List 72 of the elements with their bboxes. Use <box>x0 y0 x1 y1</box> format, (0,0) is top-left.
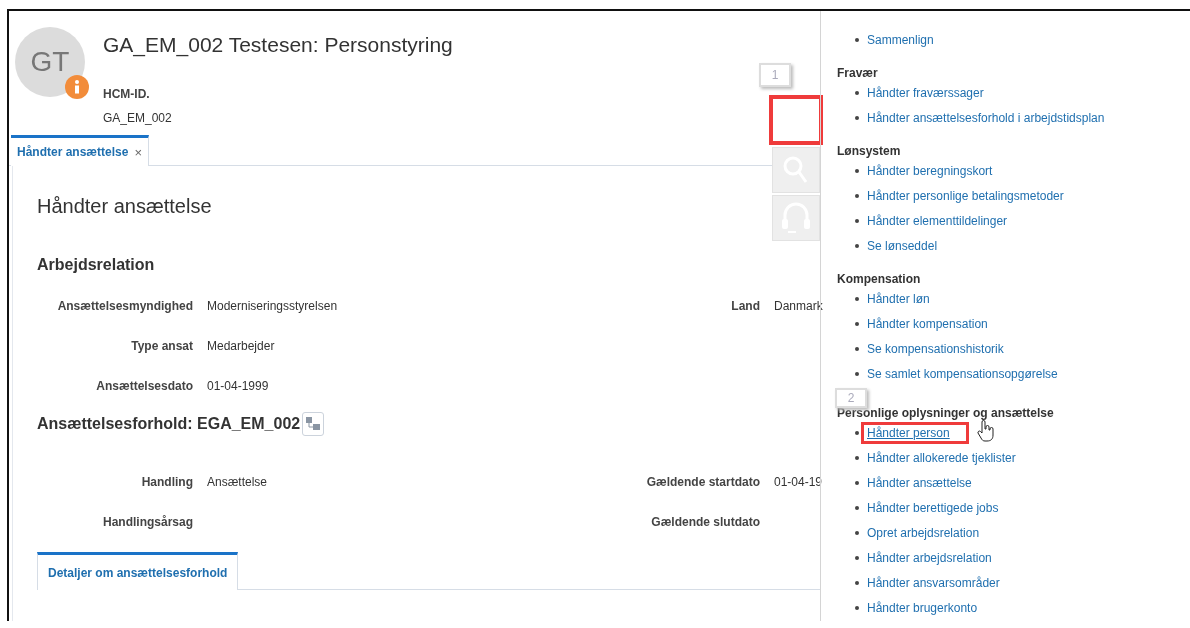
task-link[interactable]: Håndter elementtildelinger <box>867 213 1008 228</box>
field-value: 01-04-1999 <box>207 379 270 393</box>
task-link[interactable]: Håndter fraværssager <box>867 85 984 100</box>
task-link[interactable]: Håndter person <box>861 421 969 444</box>
callout-number: 2 <box>835 388 867 408</box>
hand-cursor-icon <box>977 420 995 442</box>
hierarchy-button[interactable] <box>302 412 325 436</box>
task-link[interactable]: Håndter brugerkonto <box>867 600 978 615</box>
field-label: Handling <box>140 475 193 489</box>
task-link[interactable]: Opret arbejdsrelation <box>867 525 980 540</box>
close-icon[interactable]: × <box>134 144 142 160</box>
task-link[interactable]: Håndter ansættelse <box>867 475 972 490</box>
group-title: Lønsystem <box>837 144 902 158</box>
task-link[interactable]: Håndter arbejdsrelation <box>867 550 992 565</box>
field-label: Gældende startdato <box>645 475 760 489</box>
bullet-icon <box>855 296 859 301</box>
toolbar-button[interactable] <box>772 195 820 241</box>
bullet-icon <box>855 430 859 435</box>
field-label: Land <box>730 299 760 313</box>
bullet-icon <box>855 530 859 535</box>
bullet-icon <box>855 193 859 198</box>
field-label: Handlingsårsag <box>101 515 193 529</box>
bullet-icon <box>855 455 859 460</box>
group-title: Personlige oplysninger og ansættelse <box>837 406 1055 420</box>
bullet-icon <box>855 555 859 560</box>
page-header-title: GA_EM_002 Testesen: Personstyring <box>103 33 453 57</box>
bullet-icon <box>855 371 859 376</box>
field-label: Ansættelsesmyndighed <box>56 299 193 313</box>
bullet-icon <box>855 580 859 585</box>
task-link[interactable]: Håndter ansættelsesforhold i arbejdstidsplan <box>867 110 1105 125</box>
avatar-initials: GT <box>30 46 70 78</box>
field-value: Moderniseringsstyrelsen <box>207 299 339 313</box>
task-link[interactable]: Håndter løn <box>867 291 930 306</box>
group-title: Kompensation <box>837 272 922 286</box>
bullet-icon <box>855 243 859 248</box>
callout-number: 1 <box>759 63 791 87</box>
section-title: Ansættelsesforhold: EGA_EM_002 <box>37 415 301 433</box>
field-value: Medarbejder <box>207 339 276 353</box>
task-link[interactable]: Håndter berettigede jobs <box>867 500 999 515</box>
bullet-icon <box>855 90 859 95</box>
bullet-icon <box>855 168 859 173</box>
bullet-icon <box>855 218 859 223</box>
hierarchy-icon <box>306 417 321 431</box>
bullet-icon <box>855 321 859 326</box>
field-value: Ansættelse <box>207 475 269 489</box>
bullet-icon <box>855 605 859 610</box>
tab[interactable]: Håndter ansættelse × <box>11 135 149 166</box>
task-link[interactable]: Håndter kompensation <box>867 316 988 331</box>
page-title: Håndter ansættelse <box>37 195 213 218</box>
section-title: Arbejdsrelation <box>37 256 155 274</box>
bullet-icon <box>855 480 859 485</box>
task-link[interactable]: Se kompensationshistorik <box>867 341 1004 356</box>
bullet-icon <box>855 37 859 42</box>
task-link[interactable]: Håndter allokerede tjeklister <box>867 450 1016 465</box>
task-link[interactable]: Se samlet kompensationsopgørelse <box>867 366 1058 381</box>
field-label: Gældende slutdato <box>650 515 760 529</box>
task-link[interactable]: Håndter beregningskort <box>867 163 993 178</box>
bullet-icon <box>855 115 859 120</box>
task-link[interactable]: Håndter ansvarsområder <box>867 575 1000 590</box>
bullet-icon <box>855 505 859 510</box>
task-link[interactable]: Håndter personlige betalingsmetoder <box>867 188 1064 203</box>
field-label: Ansættelsesdato <box>95 379 193 393</box>
toolbar-button[interactable] <box>772 147 820 193</box>
id-value: GA_EM_002 <box>103 111 173 125</box>
info-icon <box>65 75 89 99</box>
task-link[interactable]: Se lønseddel <box>867 238 938 253</box>
id-label: HCM-ID. <box>103 87 151 101</box>
bullet-icon <box>855 346 859 351</box>
field-label: Type ansat <box>130 339 193 353</box>
sub-tab[interactable]: Detaljer om ansættelsesforhold <box>37 552 239 590</box>
group-title: Fravær <box>837 66 879 80</box>
task-link[interactable]: Sammenlign <box>867 32 934 47</box>
